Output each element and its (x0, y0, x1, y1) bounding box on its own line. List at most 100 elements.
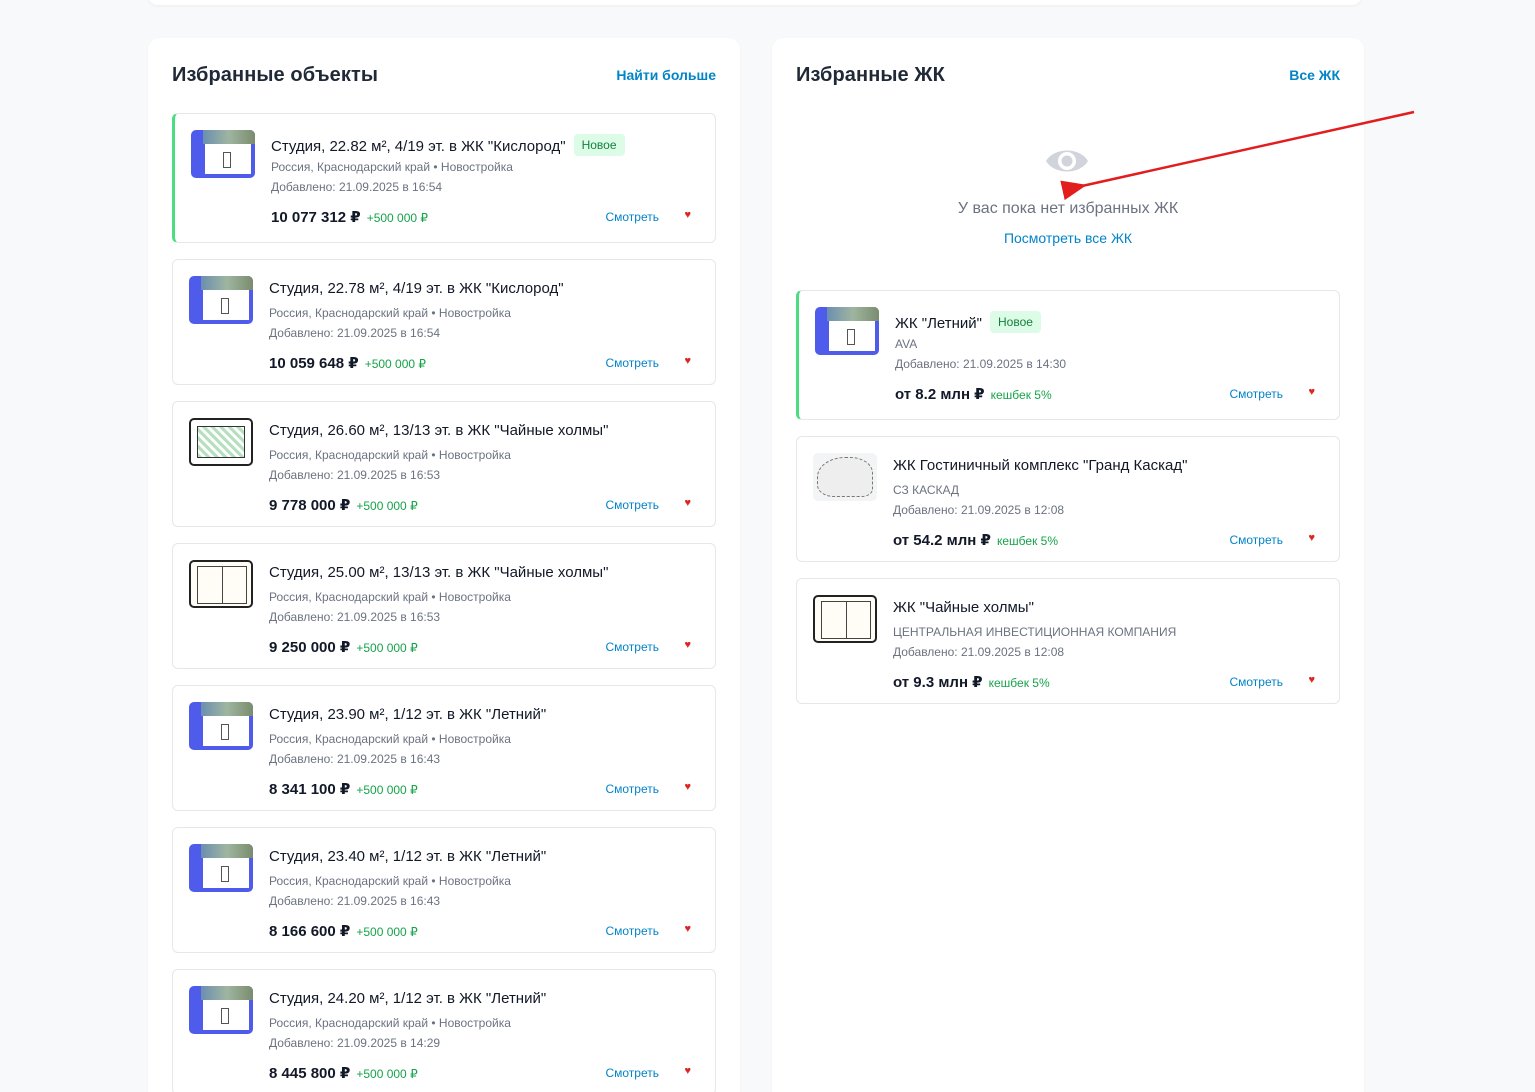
complex-added-date: Добавлено: 21.09.2025 в 12:08 (893, 503, 1065, 517)
favorite-objects-panel: Избранные объекты Найти больше Студия, 2… (148, 38, 740, 1092)
object-location: Россия, Краснодарский край • Новостройка (269, 448, 511, 462)
object-price: 10 059 648 ₽ +500 000 ₽ (269, 355, 427, 372)
empty-state-text: У вас пока нет избранных ЖК (957, 200, 1179, 217)
object-title: Студия, 22.78 м², 4/19 эт. в ЖК "Кислоро… (269, 280, 564, 297)
heart-icon[interactable]: ♥ (1308, 532, 1315, 544)
object-card[interactable]: Студия, 22.82 м², 4/19 эт. в ЖК "Кислоро… (172, 113, 716, 243)
object-thumbnail (189, 418, 253, 466)
new-badge: Новое (573, 134, 625, 156)
heart-icon[interactable]: ♥ (684, 497, 691, 509)
object-thumbnail (191, 130, 255, 178)
complex-cashback: кешбек 5% (990, 388, 1052, 402)
view-button[interactable]: Смотреть (605, 924, 659, 938)
object-price: 9 250 000 ₽ +500 000 ₽ (269, 639, 418, 656)
complex-card[interactable]: ЖК "Чайные холмы" ЦЕНТРАЛЬНАЯ ИНВЕСТИЦИО… (796, 578, 1340, 704)
object-card[interactable]: Студия, 22.78 м², 4/19 эт. в ЖК "Кислоро… (172, 259, 716, 385)
object-thumbnail (189, 702, 253, 750)
object-added-date: Добавлено: 21.09.2025 в 16:53 (269, 468, 441, 482)
object-title: Студия, 25.00 м², 13/13 эт. в ЖК "Чайные… (269, 564, 609, 581)
object-thumbnail (189, 986, 253, 1034)
view-button[interactable]: Смотреть (605, 640, 659, 654)
object-location: Россия, Краснодарский край • Новостройка (271, 160, 513, 174)
object-location: Россия, Краснодарский край • Новостройка (269, 1016, 511, 1030)
object-thumbnail (189, 276, 253, 324)
object-title: Студия, 26.60 м², 13/13 эт. в ЖК "Чайные… (269, 422, 609, 439)
object-price: 8 445 800 ₽ +500 000 ₽ (269, 1065, 418, 1082)
heart-icon[interactable]: ♥ (1308, 386, 1315, 398)
complex-title: ЖК "Летний" Новое (895, 311, 1041, 333)
view-button[interactable]: Смотреть (605, 782, 659, 796)
object-bonus: +500 000 ₽ (364, 357, 427, 371)
all-complexes-link[interactable]: Все ЖК (1289, 67, 1340, 83)
complex-card[interactable]: ЖК Гостиничный комплекс "Гранд Каскад" С… (796, 436, 1340, 562)
new-badge: Новое (990, 311, 1041, 333)
object-added-date: Добавлено: 21.09.2025 в 16:54 (269, 326, 441, 340)
object-location: Россия, Краснодарский край • Новостройка (269, 306, 511, 320)
complex-thumbnail (813, 595, 877, 643)
object-added-date: Добавлено: 21.09.2025 в 14:29 (269, 1036, 441, 1050)
complex-thumbnail (813, 453, 877, 501)
favorite-complexes-title: Избранные ЖК (796, 64, 945, 86)
heart-icon[interactable]: ♥ (684, 639, 691, 651)
object-price: 8 341 100 ₽ +500 000 ₽ (269, 781, 418, 798)
heart-icon[interactable]: ♥ (684, 1065, 691, 1077)
view-button[interactable]: Смотреть (605, 498, 659, 512)
favorite-objects-title: Избранные объекты (172, 64, 379, 86)
complex-price: от 54.2 млн ₽ кешбек 5% (893, 532, 1058, 549)
heart-icon[interactable]: ♥ (684, 923, 691, 935)
object-bonus: +500 000 ₽ (356, 499, 418, 513)
heart-icon[interactable]: ♥ (684, 209, 691, 221)
complex-developer: AVA (895, 337, 918, 351)
view-button[interactable]: Смотреть (605, 1066, 659, 1080)
complex-developer: ЦЕНТРАЛЬНАЯ ИНВЕСТИЦИОННАЯ КОМПАНИЯ (893, 625, 1177, 639)
object-thumbnail (189, 844, 253, 892)
object-bonus: +500 000 ₽ (356, 641, 418, 655)
object-title: Студия, 22.82 м², 4/19 эт. в ЖК "Кислоро… (271, 134, 625, 156)
heart-icon[interactable]: ♥ (684, 355, 691, 367)
object-price: 9 778 000 ₽ +500 000 ₽ (269, 497, 418, 514)
object-price: 8 166 600 ₽ +500 000 ₽ (269, 923, 418, 940)
annotation-arrow-icon (1060, 110, 1415, 200)
top-section-edge (148, 0, 1362, 5)
complex-title: ЖК Гостиничный комплекс "Гранд Каскад" (893, 457, 1188, 474)
heart-icon[interactable]: ♥ (1308, 674, 1315, 686)
object-location: Россия, Краснодарский край • Новостройка (269, 590, 511, 604)
complex-added-date: Добавлено: 21.09.2025 в 12:08 (893, 645, 1065, 659)
object-card[interactable]: Студия, 24.20 м², 1/12 эт. в ЖК "Летний"… (172, 969, 716, 1092)
object-title: Студия, 23.40 м², 1/12 эт. в ЖК "Летний" (269, 848, 547, 865)
view-button[interactable]: Смотреть (605, 356, 659, 370)
object-bonus: +500 000 ₽ (356, 1067, 418, 1081)
object-bonus: +500 000 ₽ (356, 925, 418, 939)
object-bonus: +500 000 ₽ (356, 783, 418, 797)
complex-card[interactable]: ЖК "Летний" Новое AVA Добавлено: 21.09.20… (796, 290, 1340, 420)
view-button[interactable]: Смотреть (605, 210, 659, 224)
object-bonus: +500 000 ₽ (366, 211, 429, 225)
object-added-date: Добавлено: 21.09.2025 в 16:43 (269, 752, 441, 766)
heart-icon[interactable]: ♥ (684, 781, 691, 793)
complex-title: ЖК "Чайные холмы" (893, 599, 1034, 616)
complex-cashback: кешбек 5% (996, 534, 1058, 548)
object-price: 10 077 312 ₽ +500 000 ₽ (271, 209, 429, 226)
object-card[interactable]: Студия, 25.00 м², 13/13 эт. в ЖК "Чайные… (172, 543, 716, 669)
complex-thumbnail (815, 307, 879, 355)
object-added-date: Добавлено: 21.09.2025 в 16:53 (269, 610, 441, 624)
object-title: Студия, 23.90 м², 1/12 эт. в ЖК "Летний" (269, 706, 547, 723)
complex-price: от 8.2 млн ₽ кешбек 5% (895, 386, 1052, 403)
object-card[interactable]: Студия, 26.60 м², 13/13 эт. в ЖК "Чайные… (172, 401, 716, 527)
object-card[interactable]: Студия, 23.40 м², 1/12 эт. в ЖК "Летний"… (172, 827, 716, 953)
complex-added-date: Добавлено: 21.09.2025 в 14:30 (895, 357, 1067, 371)
view-button[interactable]: Смотреть (1229, 675, 1283, 689)
object-location: Россия, Краснодарский край • Новостройка (269, 874, 511, 888)
complex-developer: СЗ КАСКАД (893, 483, 960, 497)
object-card[interactable]: Студия, 23.90 м², 1/12 эт. в ЖК "Летний"… (172, 685, 716, 811)
find-more-link[interactable]: Найти больше (616, 67, 716, 83)
view-button[interactable]: Смотреть (1229, 533, 1283, 547)
object-thumbnail (189, 560, 253, 608)
object-added-date: Добавлено: 21.09.2025 в 16:43 (269, 894, 441, 908)
view-button[interactable]: Смотреть (1229, 387, 1283, 401)
object-added-date: Добавлено: 21.09.2025 в 16:54 (271, 180, 443, 194)
view-all-complexes-link[interactable]: Посмотреть все ЖК (772, 230, 1364, 246)
object-title: Студия, 24.20 м², 1/12 эт. в ЖК "Летний" (269, 990, 547, 1007)
complex-cashback: кешбек 5% (988, 676, 1050, 690)
complex-price: от 9.3 млн ₽ кешбек 5% (893, 674, 1050, 691)
